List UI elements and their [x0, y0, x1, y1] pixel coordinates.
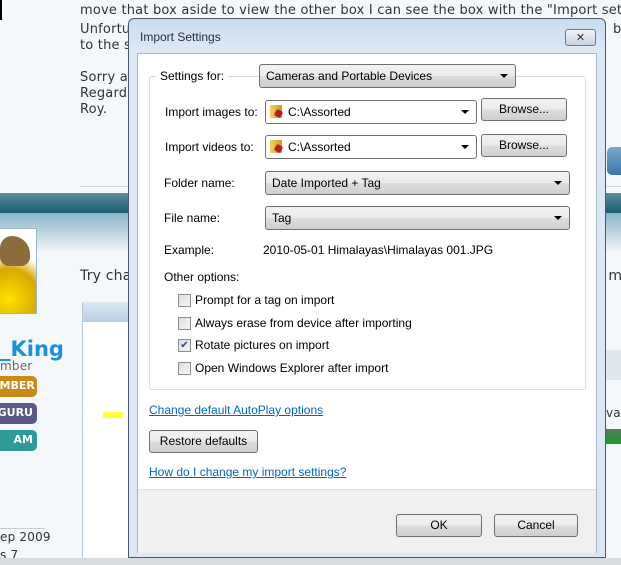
browse-images-button[interactable]: Browse...: [481, 98, 567, 121]
import-videos-select[interactable]: C:\Assorted: [265, 135, 477, 159]
checkbox[interactable]: [178, 316, 191, 330]
option-prompt-tag[interactable]: Prompt for a tag on import: [178, 293, 334, 307]
folder-icon: [270, 105, 282, 118]
chevron-down-icon: [554, 216, 562, 220]
reply-button[interactable]: [607, 147, 621, 175]
side-band: [605, 350, 621, 380]
help-link[interactable]: How do I change my import settings?: [149, 465, 346, 479]
post-line: Regards: [80, 86, 135, 101]
reply-text: Try cha: [80, 268, 132, 284]
import-settings-dialog: Import Settings ✕ Settings for: Cameras …: [128, 18, 606, 558]
option-rotate-pictures[interactable]: ✔ Rotate pictures on import: [178, 338, 329, 352]
progress-bar: [606, 429, 621, 444]
import-videos-label: Import videos to:: [165, 140, 254, 154]
dialog-client: Settings for: Cameras and Portable Devic…: [137, 53, 597, 553]
close-icon: ✕: [575, 31, 586, 44]
example-value: 2010-05-01 Himalayas\Himalayas 001.JPG: [263, 243, 494, 257]
file-name-label: File name:: [164, 211, 221, 225]
option-label: Rotate pictures on import: [195, 338, 330, 352]
chevron-down-icon: [500, 74, 508, 78]
import-videos-value: C:\Assorted: [288, 140, 351, 154]
browse-videos-button[interactable]: Browse...: [481, 134, 567, 157]
post-line: Roy.: [80, 102, 108, 117]
checkbox[interactable]: [178, 293, 191, 307]
scroll-marker: [0, 0, 2, 20]
import-images-label: Import images to:: [165, 105, 258, 119]
folder-name-value: Date Imported + Tag: [272, 176, 381, 190]
divider: [0, 528, 45, 529]
user-title: mber: [0, 359, 33, 373]
join-date: ep 2009: [0, 530, 51, 544]
restore-defaults-button[interactable]: Restore defaults: [149, 430, 258, 453]
folder-name-select[interactable]: Date Imported + Tag: [265, 171, 570, 195]
badge-guru: GURU: [0, 403, 37, 424]
post-line: to the s: [80, 38, 132, 53]
file-name-select[interactable]: Tag: [265, 206, 570, 230]
dialog-footer: OK Cancel: [138, 489, 596, 553]
file-name-value: Tag: [272, 211, 292, 225]
close-button[interactable]: ✕: [565, 29, 596, 46]
screenshot-toolbar: [83, 302, 130, 322]
option-label: Always erase from device after importing: [195, 316, 412, 330]
option-label: Prompt for a tag on import: [195, 293, 335, 307]
chevron-down-icon: [461, 110, 469, 114]
post-line: Unfortu: [80, 22, 131, 37]
settings-for-select[interactable]: Cameras and Portable Devices: [259, 64, 516, 88]
post-line: Sorry a: [80, 70, 128, 85]
post-line: be: [613, 22, 621, 37]
badge-member: EMBER: [0, 376, 37, 397]
import-images-select[interactable]: C:\Assorted: [265, 100, 477, 124]
checkmark-icon: ✔: [180, 339, 189, 351]
folder-name-label: Folder name:: [164, 176, 235, 190]
option-erase-device[interactable]: Always erase from device after importing: [178, 316, 412, 330]
right-text: vab: [606, 406, 621, 420]
chevron-down-icon: [461, 145, 469, 149]
chevron-down-icon: [554, 181, 562, 185]
import-images-value: C:\Assorted: [288, 105, 351, 119]
dialog-title: Import Settings: [140, 30, 221, 44]
badge-team: AM: [0, 430, 37, 451]
post-line: move that box aside to view the other bo…: [80, 3, 621, 18]
autoplay-link[interactable]: Change default AutoPlay options: [149, 403, 323, 417]
settings-for-value: Cameras and Portable Devices: [266, 69, 433, 83]
embedded-screenshot: [82, 302, 130, 557]
footer-bar: [0, 558, 621, 565]
option-label: Open Windows Explorer after import: [195, 361, 389, 375]
option-open-explorer[interactable]: Open Windows Explorer after import: [178, 361, 388, 375]
checkbox-checked[interactable]: ✔: [178, 338, 191, 352]
folder-icon: [270, 140, 282, 153]
example-label: Example:: [164, 243, 215, 257]
ok-button[interactable]: OK: [396, 514, 482, 537]
screenshot-highlight: [103, 412, 123, 418]
settings-for-label: Settings for:: [156, 69, 229, 83]
other-options-label: Other options:: [164, 270, 240, 284]
username-link[interactable]: _King: [0, 337, 64, 361]
cancel-button[interactable]: Cancel: [494, 514, 578, 537]
checkbox[interactable]: [178, 361, 191, 375]
